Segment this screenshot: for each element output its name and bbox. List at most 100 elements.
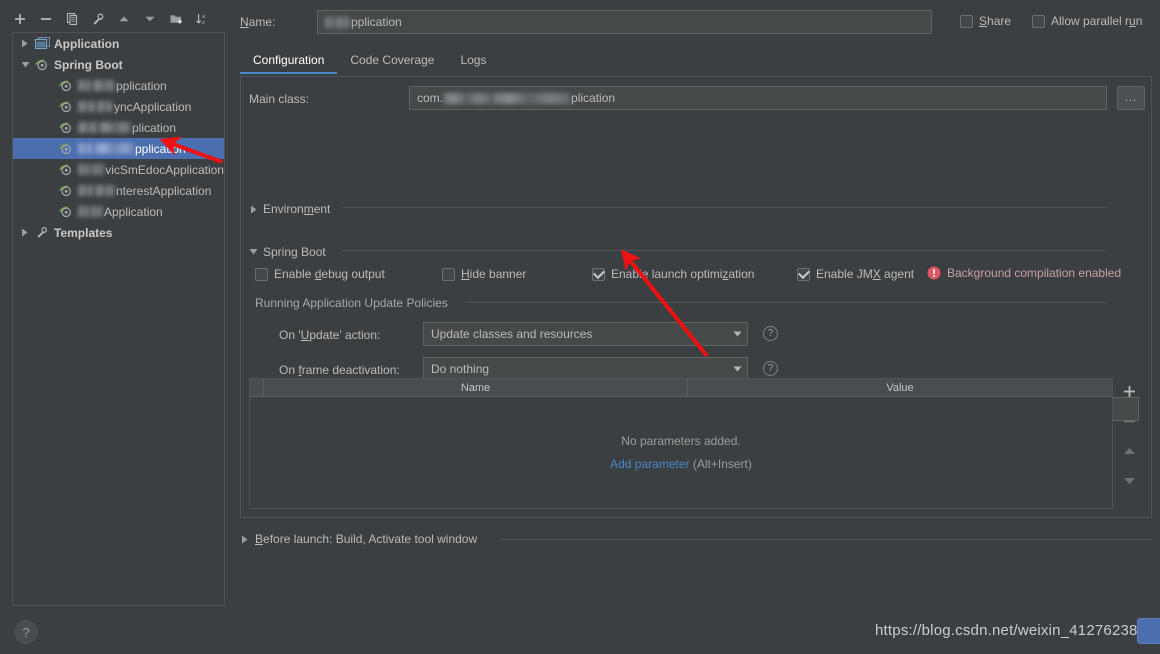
tree-item-0[interactable]: Application — [13, 33, 224, 54]
on-frame-deactivation-help-icon[interactable]: ? — [763, 361, 778, 376]
remove-configuration-button[interactable] — [34, 7, 58, 31]
tree-item-5[interactable]: pplication — [13, 138, 224, 159]
chevron-down-icon[interactable] — [17, 57, 33, 73]
update-policies-group-divider — [465, 302, 1107, 303]
column-header-name[interactable]: Name — [264, 379, 689, 396]
spring-boot-section-divider — [342, 250, 1107, 251]
on-update-action-help-icon[interactable]: ? — [763, 326, 778, 341]
edit-templates-button[interactable] — [86, 7, 110, 31]
tab-configuration[interactable]: Configuration — [240, 48, 338, 74]
enable-launch-optimization-checkbox[interactable]: Enable launch optimization — [592, 267, 754, 281]
copy-configuration-button[interactable] — [60, 7, 84, 31]
spring-boot-icon — [33, 57, 51, 73]
tree-item-2-label: pplication — [116, 78, 167, 93]
on-update-action-combo[interactable]: Update classes and resources — [423, 322, 748, 346]
add-parameter-button[interactable] — [1120, 382, 1138, 400]
add-parameter-link[interactable]: Add parameter — [610, 457, 689, 471]
spring-boot-icon — [57, 204, 75, 220]
environment-section-header[interactable]: Environment — [249, 202, 330, 216]
tab-configuration-label: Configuration — [253, 53, 325, 67]
on-frame-deactivation-help-glyph: ? — [767, 363, 774, 374]
on-frame-deactivation-label: On frame deactivation: — [279, 363, 400, 377]
tab-logs[interactable]: Logs — [447, 48, 499, 74]
move-parameter-up-button[interactable] — [1120, 442, 1138, 460]
new-folder-button[interactable] — [164, 7, 188, 31]
spring-boot-section-header[interactable]: Spring Boot — [249, 245, 326, 259]
override-parameters-table[interactable]: Name Value No parameters added. Add para… — [249, 378, 1113, 509]
run-debug-configurations-dialog: a z Application Spring Boot pplication yncA… — [0, 0, 1160, 654]
tree-item-8[interactable]: Application — [13, 201, 224, 222]
help-button[interactable]: ? — [14, 620, 38, 644]
tree-item-1[interactable]: Spring Boot — [13, 54, 224, 75]
configuration-editor-panel: Name: pplication Share Allow parallel ru… — [232, 0, 1160, 654]
tab-code-coverage[interactable]: Code Coverage — [337, 48, 447, 74]
chevron-right-icon — [249, 205, 258, 214]
spring-boot-icon — [57, 162, 75, 178]
allow-parallel-run-checkbox-box[interactable] — [1032, 14, 1045, 28]
tree-item-7-label: nterestApplication — [116, 183, 212, 198]
tab-code-coverage-label: Code Coverage — [350, 53, 435, 67]
tree-item-0-label: Application — [54, 36, 120, 51]
enable-debug-output-checkbox-box[interactable] — [255, 267, 268, 281]
chevron-right-icon[interactable] — [17, 225, 33, 241]
name-input[interactable]: pplication — [317, 10, 932, 34]
chevron-down-icon[interactable] — [727, 331, 747, 337]
background-compilation-warning: Background compilation enabled — [927, 266, 1121, 280]
enable-debug-output-checkbox[interactable]: Enable debug output — [255, 267, 385, 281]
allow-parallel-run-checkbox-label: Allow parallel run — [1051, 14, 1143, 28]
enable-jmx-agent-checkbox[interactable]: Enable JMX agent — [797, 267, 914, 281]
remove-parameter-button[interactable] — [1120, 412, 1138, 430]
table-gutter-header — [250, 379, 264, 396]
configurations-panel: a z Application Spring Boot pplication yncA… — [0, 0, 232, 654]
main-class-browse-button[interactable]: ... — [1117, 86, 1145, 110]
enable-debug-output-label: Enable debug output — [274, 267, 385, 281]
on-update-action-help-glyph: ? — [767, 328, 774, 339]
enable-launch-optimization-checkbox-box[interactable] — [592, 267, 605, 281]
hide-banner-label: Hide banner — [461, 267, 527, 281]
watermark-text: https://blog.csdn.net/weixin_41276238 — [875, 622, 1138, 639]
chevron-down-icon[interactable] — [727, 366, 747, 372]
sort-button[interactable]: a z — [190, 7, 214, 31]
configurations-tree[interactable]: Application Spring Boot pplication yncAppli… — [12, 32, 225, 606]
hide-banner-checkbox-box[interactable] — [442, 267, 455, 281]
tree-item-8-label: Application — [104, 204, 163, 219]
tree-toolbar: a z — [8, 6, 228, 32]
tree-item-3-label: yncApplication — [114, 99, 192, 114]
move-up-button[interactable] — [112, 7, 136, 31]
tree-item-8-redaction-2 — [91, 206, 103, 217]
allow-parallel-run-checkbox[interactable]: Allow parallel run — [1032, 14, 1142, 28]
move-down-button[interactable] — [138, 7, 162, 31]
enable-jmx-agent-checkbox-box[interactable] — [797, 267, 810, 281]
share-checkbox[interactable]: Share — [960, 14, 1011, 28]
tree-item-7[interactable]: nterestApplication — [13, 180, 224, 201]
main-class-label: Main class: — [249, 92, 310, 106]
tree-item-6[interactable]: vicSmEdocApplication — [13, 159, 224, 180]
before-launch-divider — [500, 539, 1152, 540]
main-class-input[interactable]: com. plication — [409, 86, 1107, 110]
tree-item-9[interactable]: Templates — [13, 222, 224, 243]
add-configuration-button[interactable] — [8, 7, 32, 31]
move-parameter-down-button[interactable] — [1120, 472, 1138, 490]
tree-item-9-label: Templates — [54, 225, 113, 240]
before-launch-header[interactable]: Before launch: Build, Activate tool wind… — [240, 532, 477, 546]
spring-boot-section-title: Spring Boot — [263, 245, 326, 259]
name-redaction-2 — [336, 16, 350, 28]
chevron-right-icon[interactable] — [17, 36, 33, 52]
column-header-value[interactable]: Value — [688, 379, 1112, 396]
share-checkbox-box[interactable] — [960, 14, 973, 28]
hide-banner-checkbox[interactable]: Hide banner — [442, 267, 526, 281]
main-class-browse-label: ... — [1124, 92, 1138, 104]
share-checkbox-label: Share — [979, 14, 1012, 28]
environment-section-title: Environment — [263, 202, 331, 216]
tree-item-3[interactable]: yncApplication — [13, 96, 224, 117]
spring-boot-icon — [57, 78, 75, 94]
ok-button[interactable]: OK — [1137, 618, 1160, 644]
tree-item-8-redaction-1 — [78, 206, 90, 217]
tree-item-2[interactable]: pplication — [13, 75, 224, 96]
override-parameters-table-header: Name Value — [250, 379, 1112, 397]
tree-item-6-redaction-2 — [91, 164, 105, 175]
tree-item-4[interactable]: plication — [13, 117, 224, 138]
tree-item-5-redaction-2 — [94, 143, 134, 154]
